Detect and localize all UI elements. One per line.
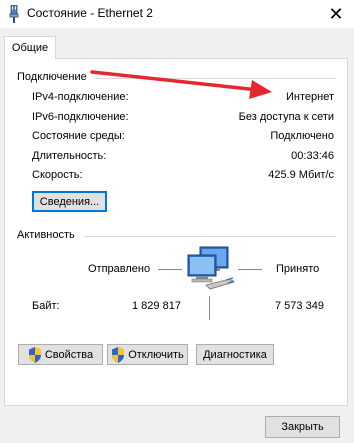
received-line <box>238 269 262 270</box>
details-button-label: Сведения... <box>39 195 100 208</box>
duration-value: 00:33:46 <box>291 150 334 162</box>
ethernet-adapter-icon <box>9 5 19 23</box>
speed-value: 425.9 Мбит/с <box>268 169 334 181</box>
window-close-button[interactable]: ✕ <box>318 0 354 28</box>
ipv6-value: Без доступа к сети <box>238 111 334 123</box>
bytes-divider <box>209 296 210 320</box>
media-state-label: Состояние среды: <box>32 130 125 142</box>
uac-shield-icon <box>28 346 41 363</box>
speed-label: Скорость: <box>32 169 83 181</box>
disable-button[interactable]: Отключить <box>107 344 188 365</box>
activity-heading: Активность <box>17 229 79 241</box>
title-bar: Состояние - Ethernet 2 ✕ <box>0 0 354 28</box>
connection-heading: Подключение <box>17 71 91 83</box>
bytes-sent-value: 1 829 817 <box>132 300 181 312</box>
close-button-label: Закрыть <box>281 421 324 433</box>
ipv4-value: Интернет <box>286 91 334 103</box>
network-computers-icon <box>187 246 235 290</box>
activity-divider <box>84 236 336 237</box>
sent-label: Отправлено <box>88 263 151 275</box>
details-button[interactable]: Сведения... <box>32 191 107 212</box>
received-label: Принято <box>276 263 320 275</box>
bytes-label: Байт: <box>32 300 60 312</box>
sent-line <box>158 269 182 270</box>
duration-label: Длительность: <box>32 150 107 162</box>
ipv4-label: IPv4-подключение: <box>32 91 129 103</box>
close-button[interactable]: Закрыть <box>265 416 340 438</box>
properties-button[interactable]: Свойства <box>18 344 103 365</box>
media-state-value: Подключено <box>270 130 334 142</box>
tab-general[interactable]: Общие <box>4 36 56 59</box>
connection-divider <box>96 78 336 79</box>
diagnose-button-label: Диагностика <box>203 348 267 361</box>
bytes-received-value: 7 573 349 <box>275 300 324 312</box>
properties-button-label: Свойства <box>44 348 94 361</box>
window-title: Состояние - Ethernet 2 <box>27 6 153 20</box>
close-icon: ✕ <box>328 3 344 24</box>
uac-shield-icon <box>112 346 125 363</box>
tab-general-label: Общие <box>11 42 49 54</box>
diagnose-button[interactable]: Диагностика <box>196 344 274 365</box>
disable-button-label: Отключить <box>128 348 184 361</box>
ipv6-label: IPv6-подключение: <box>32 111 129 123</box>
